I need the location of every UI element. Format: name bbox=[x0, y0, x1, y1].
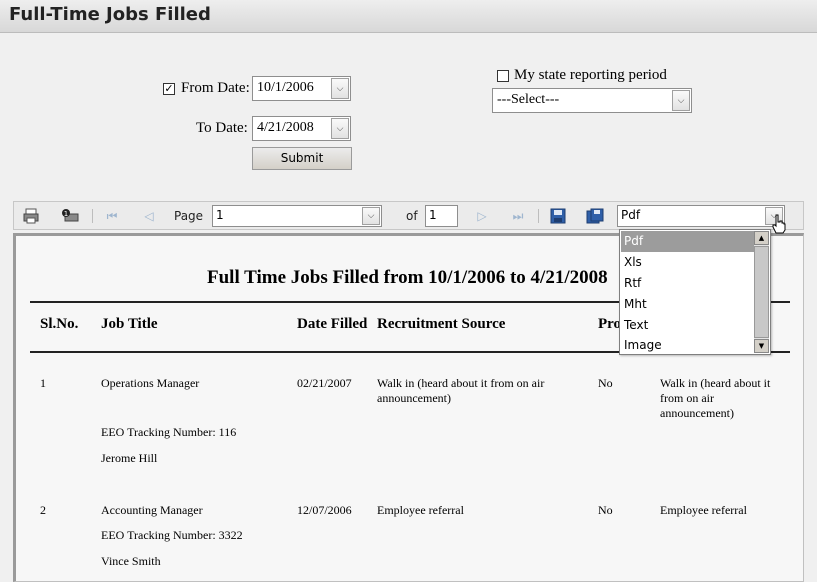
of-label: of bbox=[406, 209, 418, 223]
row2-extra: Employee referral bbox=[660, 503, 747, 517]
from-date-checkbox[interactable]: ✓ bbox=[163, 83, 175, 95]
state-period-checkbox[interactable] bbox=[497, 70, 509, 82]
page-number-value: 1 bbox=[216, 208, 224, 222]
svg-text:1: 1 bbox=[64, 210, 68, 218]
scroll-up-icon[interactable]: ▲ bbox=[754, 231, 769, 245]
next-page-icon[interactable]: ▷ bbox=[474, 208, 490, 224]
scrollbar-thumb[interactable] bbox=[754, 246, 769, 338]
state-period-label: My state reporting period bbox=[514, 67, 667, 83]
row2-job-title: Accounting Manager bbox=[101, 503, 203, 517]
to-date-value: 4/21/2008 bbox=[257, 120, 314, 135]
state-period-dropdown-icon[interactable]: ⌵ bbox=[672, 90, 690, 111]
row1-person: Jerome Hill bbox=[101, 451, 158, 465]
row1-recruitment-source: Walk in (heard about it from on air anno… bbox=[377, 376, 545, 405]
save-icon[interactable] bbox=[550, 208, 566, 224]
last-page-icon[interactable]: ⏭ bbox=[510, 208, 526, 224]
report-title: Full Time Jobs Filled from 10/1/2006 to … bbox=[207, 267, 608, 288]
first-page-icon[interactable]: ⏮ bbox=[104, 208, 120, 224]
export-format-value: Pdf bbox=[621, 208, 641, 222]
row1-extra: Walk in (heard about it from on air anno… bbox=[660, 376, 771, 420]
row2-person: Vince Smith bbox=[101, 554, 161, 568]
toolbar-separator bbox=[538, 209, 539, 223]
page-number-select[interactable]: 1 ⌵ bbox=[212, 205, 382, 227]
from-date-input[interactable]: 10/1/2006 ⌵ bbox=[252, 76, 351, 101]
row2-recruitment-source: Employee referral bbox=[377, 503, 464, 517]
col-header-recruitment-source: Recruitment Source bbox=[377, 316, 506, 332]
hand-cursor-icon bbox=[772, 214, 786, 234]
row2-date-filled: 12/07/2006 bbox=[297, 503, 352, 517]
state-period-select[interactable]: ---Select--- ⌵ bbox=[492, 88, 692, 113]
page-label: Page bbox=[174, 209, 204, 223]
col-header-date-filled: Date Filled bbox=[297, 316, 368, 332]
row2-eeo: EEO Tracking Number: 3322 bbox=[101, 528, 243, 542]
from-date-label: From Date: bbox=[181, 80, 250, 96]
export-option-text[interactable]: Text bbox=[621, 315, 755, 336]
page-title: Full-Time Jobs Filled bbox=[9, 4, 211, 25]
scroll-down-icon[interactable]: ▼ bbox=[754, 339, 769, 353]
export-format-dropdown-list: Pdf Xls Rtf Mht Text Image ▲ ▼ bbox=[619, 229, 771, 355]
total-pages-value: 1 bbox=[429, 208, 437, 222]
export-option-image[interactable]: Image bbox=[621, 335, 755, 356]
prev-page-icon[interactable]: ◁ bbox=[141, 208, 157, 224]
col-header-slno: Sl.No. bbox=[40, 316, 79, 332]
export-option-pdf[interactable]: Pdf bbox=[621, 231, 755, 252]
row1-date-filled: 02/21/2007 bbox=[297, 376, 352, 390]
page-number-dropdown-icon[interactable]: ⌵ bbox=[362, 207, 380, 225]
col-header-job-title: Job Title bbox=[101, 316, 158, 332]
total-pages-field: 1 bbox=[425, 205, 458, 227]
row1-eeo: EEO Tracking Number: 116 bbox=[101, 425, 237, 439]
print-preview-icon[interactable]: 1 bbox=[61, 208, 79, 224]
state-period-select-value: ---Select--- bbox=[497, 92, 560, 107]
row1-slno: 1 bbox=[40, 376, 46, 390]
export-option-xls[interactable]: Xls bbox=[621, 252, 755, 273]
dropdown-scrollbar[interactable]: ▲ ▼ bbox=[754, 231, 769, 353]
title-bar: Full-Time Jobs Filled bbox=[0, 0, 817, 33]
row1-pro: No bbox=[598, 376, 613, 390]
export-option-rtf[interactable]: Rtf bbox=[621, 273, 755, 294]
row2-slno: 2 bbox=[40, 503, 46, 517]
to-date-dropdown-icon[interactable]: ⌵ bbox=[331, 118, 349, 139]
export-format-select[interactable]: Pdf ⌵ bbox=[617, 205, 785, 227]
toolbar-separator bbox=[92, 209, 93, 223]
print-icon[interactable] bbox=[23, 208, 39, 224]
row1-job-title: Operations Manager bbox=[101, 376, 200, 390]
from-date-dropdown-icon[interactable]: ⌵ bbox=[331, 78, 349, 99]
export-option-mht[interactable]: Mht bbox=[621, 294, 755, 315]
export-icon[interactable] bbox=[586, 208, 604, 224]
to-date-label: To Date: bbox=[196, 120, 248, 136]
from-date-value: 10/1/2006 bbox=[257, 80, 314, 95]
to-date-input[interactable]: 4/21/2008 ⌵ bbox=[252, 116, 351, 141]
submit-button[interactable]: Submit bbox=[252, 147, 352, 170]
report-toolbar: 1 ⏮ ◁ Page 1 ⌵ of 1 ▷ ⏭ Pdf ⌵ bbox=[13, 201, 804, 230]
col-header-pro: Pro bbox=[598, 316, 622, 332]
row2-pro: No bbox=[598, 503, 613, 517]
